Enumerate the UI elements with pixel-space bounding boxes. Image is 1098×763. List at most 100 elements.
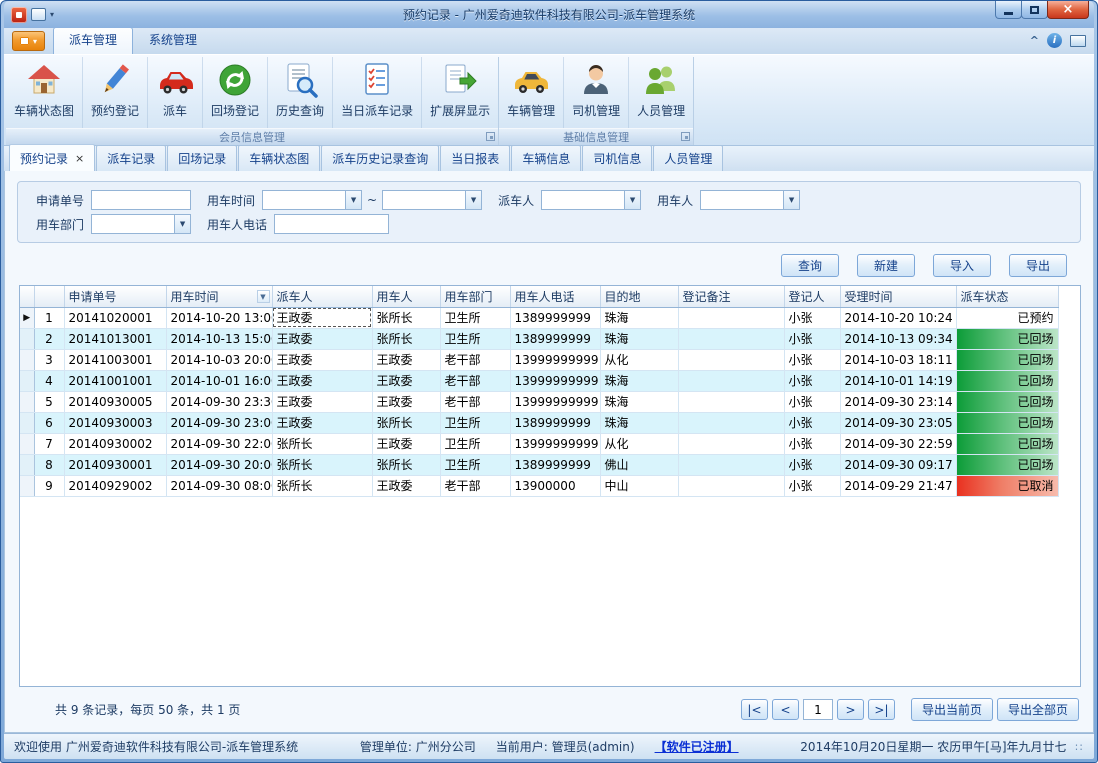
column-header-register-note[interactable]: 登记备注 [678, 286, 784, 307]
ribbon-tab-dispatch-manage[interactable]: 派车管理 [53, 27, 133, 54]
prev-page-button[interactable]: < [772, 699, 799, 720]
table-row[interactable]: 9201409290022014-09-30 08:00张所长王政委老干部139… [20, 475, 1058, 496]
cell-registrar[interactable]: 小张 [784, 412, 840, 433]
dialog-launcher-icon[interactable] [681, 132, 690, 141]
cell-use-time[interactable]: 2014-10-13 15:00 [166, 328, 272, 349]
cell-registrar[interactable]: 小张 [784, 433, 840, 454]
tab-reservation-records[interactable]: 预约记录× [9, 144, 95, 171]
minimize-button[interactable] [995, 1, 1022, 19]
ribbon-button-vehicle-manage[interactable]: 车辆管理 [499, 57, 564, 128]
ribbon-button-return-register[interactable]: 回场登记 [203, 57, 268, 128]
cell-user-phone[interactable]: 13999999999 [510, 433, 600, 454]
cell-department[interactable]: 老干部 [440, 349, 510, 370]
column-header-user-phone[interactable]: 用车人电话 [510, 286, 600, 307]
cell-department[interactable]: 卫生所 [440, 454, 510, 475]
table-row[interactable]: 6201409300032014-09-30 23:00王政委张所长卫生所138… [20, 412, 1058, 433]
cell-user[interactable]: 王政委 [372, 391, 440, 412]
tab-vehicle-info[interactable]: 车辆信息 [511, 145, 581, 171]
quick-access-dropdown-icon[interactable]: ▾ [50, 10, 54, 19]
cell-register-note[interactable] [678, 391, 784, 412]
cell-destination[interactable]: 珠海 [600, 391, 678, 412]
cell-registrar[interactable]: 小张 [784, 475, 840, 496]
cell-order-no[interactable]: 20141001001 [64, 370, 166, 391]
export-button[interactable]: 导出 [1009, 254, 1067, 277]
cell-department[interactable]: 老干部 [440, 391, 510, 412]
cell-accept-time[interactable]: 2014-10-01 14:19 [840, 370, 956, 391]
next-page-button[interactable]: > [837, 699, 864, 720]
chevron-down-icon[interactable]: ▼ [345, 191, 361, 209]
export-all-pages-button[interactable]: 导出全部页 [997, 698, 1079, 721]
cell-user[interactable]: 王政委 [372, 475, 440, 496]
info-icon[interactable]: i [1047, 33, 1062, 48]
cell-dispatcher[interactable]: 张所长 [272, 475, 372, 496]
cell-dispatcher[interactable]: 张所长 [272, 433, 372, 454]
display-icon[interactable] [1070, 35, 1086, 47]
cell-user[interactable]: 张所长 [372, 328, 440, 349]
column-header-registrar[interactable]: 登记人 [784, 286, 840, 307]
cell-order-no[interactable]: 20140929002 [64, 475, 166, 496]
tab-personnel[interactable]: 人员管理 [653, 145, 723, 171]
close-button[interactable]: × [1047, 1, 1089, 19]
query-button[interactable]: 查询 [781, 254, 839, 277]
cell-accept-time[interactable]: 2014-09-30 23:05 [840, 412, 956, 433]
tab-vehicle-status[interactable]: 车辆状态图 [238, 145, 320, 171]
tab-dispatch-records[interactable]: 派车记录 [96, 145, 166, 171]
dialog-launcher-icon[interactable] [486, 132, 495, 141]
cell-registrar[interactable]: 小张 [784, 349, 840, 370]
app-menu-button[interactable]: ▾ [12, 31, 45, 51]
user-phone-input[interactable] [274, 214, 389, 234]
cell-use-time[interactable]: 2014-09-30 20:00 [166, 454, 272, 475]
cell-order-no[interactable]: 20141003001 [64, 349, 166, 370]
cell-user[interactable]: 张所长 [372, 412, 440, 433]
cell-accept-time[interactable]: 2014-10-13 09:34 [840, 328, 956, 349]
cell-register-note[interactable] [678, 412, 784, 433]
cell-destination[interactable]: 从化 [600, 433, 678, 454]
cell-registrar[interactable]: 小张 [784, 307, 840, 328]
cell-dispatcher[interactable]: 王政委 [272, 307, 372, 328]
use-time-from-combo[interactable]: ▼ [262, 190, 362, 210]
cell-accept-time[interactable]: 2014-09-30 09:17 [840, 454, 956, 475]
cell-use-time[interactable]: 2014-09-30 23:30 [166, 391, 272, 412]
cell-register-note[interactable] [678, 349, 784, 370]
cell-register-note[interactable] [678, 433, 784, 454]
registered-link[interactable]: 【软件已注册】 [655, 738, 739, 755]
cell-user[interactable]: 王政委 [372, 370, 440, 391]
chevron-down-icon[interactable]: ▼ [465, 191, 481, 209]
table-row[interactable]: 4201410010012014-10-01 16:00王政委王政委老干部139… [20, 370, 1058, 391]
cell-department[interactable]: 卫生所 [440, 307, 510, 328]
cell-destination[interactable]: 珠海 [600, 412, 678, 433]
column-header-accept-time[interactable]: 受理时间 [840, 286, 956, 307]
cell-user[interactable]: 张所长 [372, 307, 440, 328]
cell-user[interactable]: 王政委 [372, 433, 440, 454]
table-row[interactable]: 3201410030012014-10-03 20:00王政委王政委老干部139… [20, 349, 1058, 370]
last-page-button[interactable]: >| [868, 699, 895, 720]
cell-accept-time[interactable]: 2014-09-30 22:59 [840, 433, 956, 454]
cell-user-phone[interactable]: 13999999999 [510, 349, 600, 370]
cell-use-time[interactable]: 2014-10-01 16:00 [166, 370, 272, 391]
window-layout-icon[interactable] [31, 8, 46, 21]
cell-user[interactable]: 张所长 [372, 454, 440, 475]
column-header-use-time[interactable]: 用车时间▼ [166, 286, 272, 307]
table-row[interactable]: 7201409300022014-09-30 22:00张所长王政委卫生所139… [20, 433, 1058, 454]
cell-user-phone[interactable]: 13900000 [510, 475, 600, 496]
column-header-order-no[interactable]: 申请单号 [64, 286, 166, 307]
column-header-user[interactable]: 用车人 [372, 286, 440, 307]
cell-register-note[interactable] [678, 328, 784, 349]
tab-dispatch-history-query[interactable]: 派车历史记录查询 [321, 145, 439, 171]
ribbon-button-extended-screen[interactable]: 扩展屏显示 [422, 57, 498, 128]
ribbon-button-daily-dispatch-records[interactable]: 当日派车记录 [333, 57, 422, 128]
chevron-down-icon[interactable]: ▼ [783, 191, 799, 209]
cell-department[interactable]: 卫生所 [440, 412, 510, 433]
cell-order-no[interactable]: 20141013001 [64, 328, 166, 349]
cell-use-time[interactable]: 2014-10-03 20:00 [166, 349, 272, 370]
cell-department[interactable]: 老干部 [440, 370, 510, 391]
table-row[interactable]: 2201410130012014-10-13 15:00王政委张所长卫生所138… [20, 328, 1058, 349]
cell-destination[interactable]: 佛山 [600, 454, 678, 475]
cell-registrar[interactable]: 小张 [784, 454, 840, 475]
ribbon-button-dispatch[interactable]: 派车 [148, 57, 203, 128]
ribbon-button-vehicle-status-map[interactable]: 车辆状态图 [6, 57, 83, 128]
cell-order-no[interactable]: 20141020001 [64, 307, 166, 328]
cell-user-phone[interactable]: 1389999999 [510, 412, 600, 433]
chevron-down-icon[interactable]: ▼ [174, 215, 190, 233]
cell-use-time[interactable]: 2014-10-20 13:00 [166, 307, 272, 328]
